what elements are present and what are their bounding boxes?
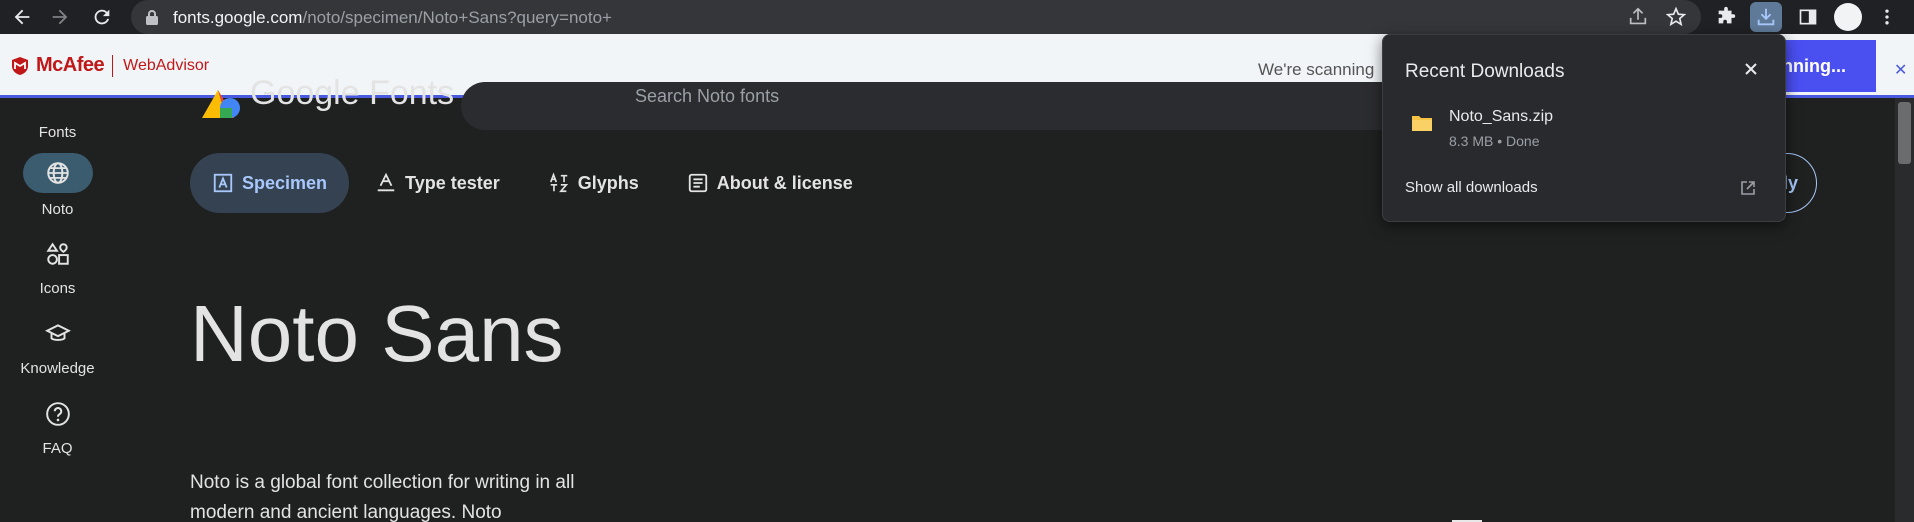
url-text: fonts.google.com/noto/specimen/Noto+Sans… — [173, 8, 612, 27]
school-cap-icon — [44, 324, 71, 341]
extensions-button[interactable] — [1714, 5, 1738, 29]
rail-item-knowledge[interactable]: Knowledge — [0, 314, 115, 377]
page-title: Noto Sans — [190, 289, 564, 378]
browser-toolbar: fonts.google.com/noto/specimen/Noto+Sans… — [0, 0, 1914, 34]
kebab-menu-icon — [1885, 9, 1889, 25]
left-nav-rail: Fonts Noto Icons Knowledge FAQ — [0, 98, 115, 522]
mcafee-close-icon[interactable]: ✕ — [1894, 60, 1907, 80]
tab-type-tester[interactable]: Type tester — [353, 153, 522, 213]
reload-icon — [94, 9, 110, 25]
rail-item-noto[interactable]: Noto — [0, 153, 115, 218]
back-arrow-icon — [14, 9, 30, 25]
rail-item-fonts[interactable]: Fonts — [0, 98, 115, 141]
type-tester-icon — [377, 172, 395, 192]
tab-about-license[interactable]: About & license — [665, 153, 875, 213]
address-bar[interactable]: fonts.google.com/noto/specimen/Noto+Sans… — [131, 0, 1701, 34]
side-panel-icon — [1799, 9, 1817, 25]
rail-item-faq[interactable]: FAQ — [0, 394, 115, 457]
downloads-title: Recent Downloads — [1405, 61, 1565, 82]
zip-folder-icon — [1412, 116, 1432, 131]
tab-specimen[interactable]: Specimen — [190, 153, 350, 213]
mcafee-logo: McAfee WebAdvisor — [10, 54, 209, 77]
forward-arrow-icon — [52, 9, 68, 25]
tab-glyphs[interactable]: Glyphs — [526, 153, 661, 213]
search-input[interactable] — [461, 82, 1441, 130]
font-description: Noto is a global font collection for wri… — [190, 472, 575, 522]
download-file-meta: 8.3 MB • Done — [1449, 133, 1540, 149]
puzzle-icon — [1718, 6, 1736, 24]
side-panel-button[interactable] — [1796, 5, 1820, 29]
forward-button[interactable] — [46, 3, 74, 31]
profile-avatar[interactable] — [1834, 3, 1862, 31]
globe-icon — [46, 162, 69, 184]
help-circle-icon — [45, 402, 70, 426]
back-button[interactable] — [8, 3, 36, 31]
glyphs-icon — [549, 172, 568, 193]
google-fonts-logo-text: Google Fonts — [250, 74, 455, 112]
download-icon — [1757, 8, 1775, 26]
bookmark-star-icon[interactable] — [1665, 6, 1687, 28]
downloads-button[interactable] — [1750, 2, 1782, 32]
specimen-tabs: Specimen Type tester Glyphs About & lice… — [190, 153, 879, 213]
lock-icon — [146, 10, 158, 25]
download-file-name[interactable]: Noto_Sans.zip — [1449, 108, 1553, 126]
rail-item-icons[interactable]: Icons — [0, 234, 115, 297]
search-placeholder: Search Noto fonts — [635, 86, 780, 106]
chrome-menu-button[interactable] — [1875, 5, 1899, 29]
scrollbar-thumb[interactable] — [1898, 102, 1911, 164]
show-all-downloads-link[interactable]: Show all downloads — [1405, 179, 1538, 196]
document-icon — [688, 173, 707, 193]
page-scrollbar[interactable] — [1895, 98, 1914, 522]
share-icon[interactable] — [1627, 6, 1649, 28]
close-icon[interactable] — [1741, 59, 1761, 79]
mcafee-status-text: We're scanning — [1258, 60, 1375, 79]
mcafee-shield-icon — [12, 56, 28, 75]
shapes-icon — [45, 242, 69, 265]
specimen-icon — [213, 173, 233, 193]
recent-downloads-popup: Recent Downloads Noto_Sans.zip 8.3 MB • … — [1382, 34, 1786, 222]
reload-button[interactable] — [88, 3, 116, 31]
open-external-icon[interactable] — [1739, 179, 1757, 197]
